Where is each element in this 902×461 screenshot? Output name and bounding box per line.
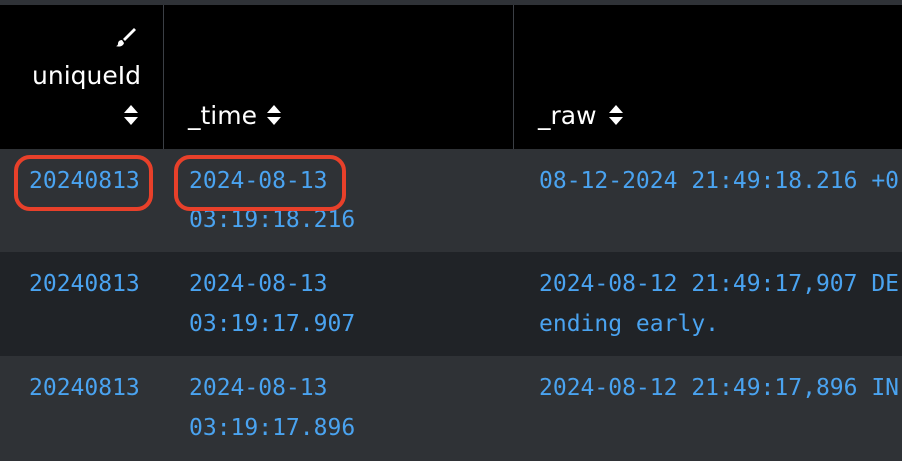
highlight-outline	[174, 155, 346, 211]
column-divider[interactable]	[513, 5, 514, 149]
sort-icon[interactable]	[609, 105, 623, 125]
highlight-outline	[14, 155, 153, 211]
cell-time-clock[interactable]: 03:19:17.896	[189, 408, 355, 448]
cell-time-date[interactable]: 2024-08-13	[189, 264, 327, 304]
column-header-uniqueid[interactable]: uniqueId	[0, 5, 163, 149]
column-label-time: _time	[188, 101, 257, 130]
table-header: uniqueId _time _raw	[0, 5, 902, 149]
cell-uniqueid[interactable]: 20240813	[29, 368, 140, 408]
paintbrush-icon[interactable]	[114, 26, 136, 48]
table-row: 20240813 2024-08-13 03:19:18.216 08-12-2…	[0, 149, 902, 252]
table-row: 20240813 2024-08-13 03:19:17.896 2024-08…	[0, 356, 902, 461]
column-divider[interactable]	[163, 5, 164, 149]
cell-time-date[interactable]: 2024-08-13	[189, 368, 327, 408]
table-row: 20240813 2024-08-13 03:19:17.907 2024-08…	[0, 252, 902, 356]
column-header-time[interactable]: _time	[164, 5, 513, 149]
cell-time-clock[interactable]: 03:19:17.907	[189, 304, 355, 344]
sort-icon[interactable]	[124, 105, 138, 125]
column-header-raw[interactable]: _raw	[514, 5, 902, 149]
cell-raw[interactable]: 2024-08-12 21:49:17,907 DE	[539, 264, 899, 304]
column-label-uniqueid: uniqueId	[32, 61, 141, 90]
cell-raw[interactable]: 08-12-2024 21:49:18.216 +0	[539, 161, 899, 201]
column-label-raw: _raw	[538, 101, 597, 130]
cell-uniqueid[interactable]: 20240813	[29, 264, 140, 304]
cell-raw-continued[interactable]: ending early.	[539, 304, 719, 344]
sort-icon[interactable]	[267, 105, 281, 125]
cell-raw[interactable]: 2024-08-12 21:49:17,896 IN	[539, 368, 899, 408]
